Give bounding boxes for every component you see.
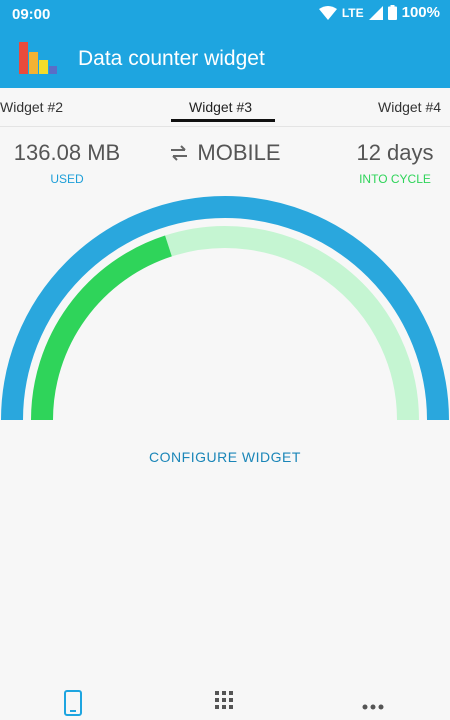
- tab-widget-4[interactable]: Widget #4: [378, 99, 441, 115]
- more-icon[interactable]: [362, 704, 384, 710]
- status-bar: 09:00 LTE 100%: [0, 0, 450, 28]
- data-usage-gauge: [1, 196, 449, 420]
- battery-level: 100%: [401, 4, 440, 21]
- bottom-nav: [0, 680, 450, 720]
- configure-widget-button[interactable]: CONFIGURE WIDGET: [0, 449, 450, 465]
- battery-icon: [387, 5, 397, 20]
- tab-widget-3[interactable]: Widget #3: [189, 99, 252, 115]
- tab-indicator: [171, 119, 275, 122]
- phone-icon[interactable]: [64, 690, 82, 716]
- app-title: Data counter widget: [78, 47, 265, 70]
- app-bar: Data counter widget: [0, 28, 450, 88]
- app-logo-icon: [19, 42, 57, 74]
- cycle-value: 12 days: [356, 140, 434, 165]
- network-type: LTE: [341, 5, 364, 20]
- tab-widget-2[interactable]: Widget #2: [0, 99, 63, 115]
- used-value: 136.08 MB: [13, 140, 121, 165]
- wifi-icon: [318, 5, 337, 20]
- widget-tabs: Widget #2 Widget #3 Widget #4: [0, 88, 450, 127]
- status-icons: LTE 100%: [318, 4, 440, 21]
- signal-icon: [368, 5, 383, 20]
- connection-type: MOBILE: [197, 140, 281, 165]
- swap-icon: [171, 145, 188, 161]
- status-time: 09:00: [12, 6, 51, 23]
- grid-icon[interactable]: [214, 690, 234, 710]
- connection-type-stat: MOBILE: [160, 140, 290, 166]
